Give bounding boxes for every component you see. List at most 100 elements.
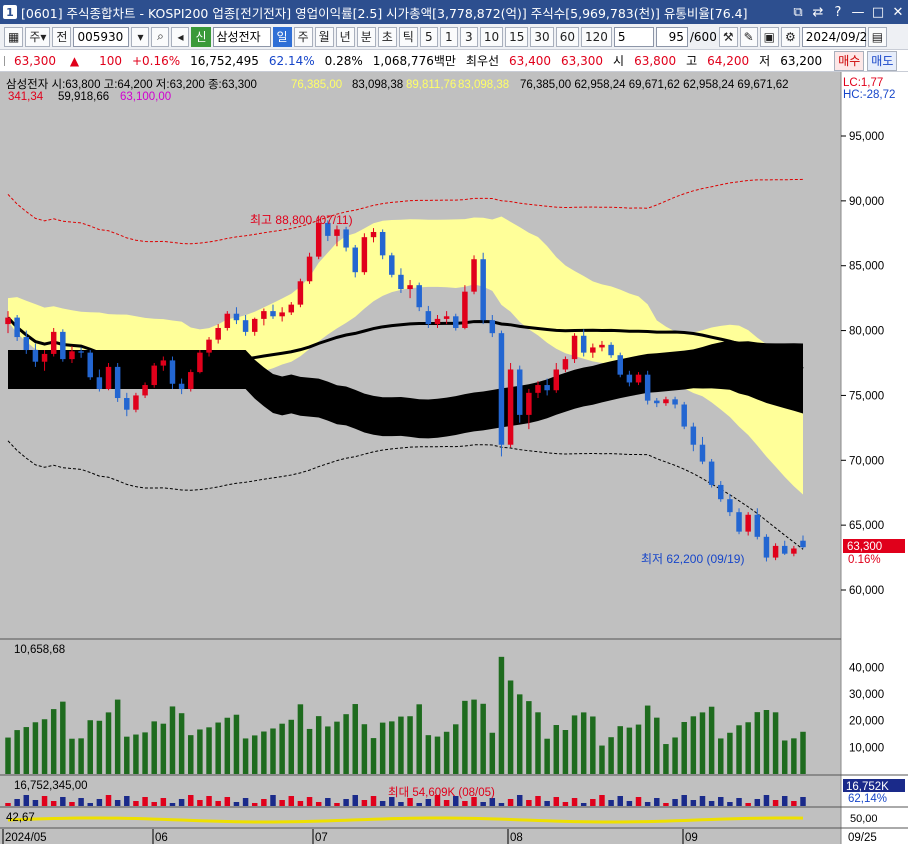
bb-legend-2: 83,098,38 — [352, 79, 403, 91]
volume-bar — [736, 725, 742, 774]
sub-bar — [599, 795, 605, 806]
bb-legend: 76,385,00 — [291, 79, 342, 91]
minute-combo[interactable]: 5 — [613, 26, 654, 47]
volume-bar — [87, 720, 93, 774]
volume-bar — [791, 738, 797, 774]
sound-icon[interactable]: ◂ — [171, 26, 190, 47]
tab-minute[interactable]: 분 — [356, 26, 376, 47]
maximize-icon[interactable]: □ — [868, 3, 888, 21]
chart-svg[interactable]: 95,000 90,000 85,000 80,000 75,000 70,000 65,0… — [0, 72, 908, 844]
layout-icon[interactable]: ▦ — [4, 26, 24, 47]
sub-bar — [407, 798, 413, 806]
candle-body — [279, 312, 285, 317]
mode-select[interactable]: 전 — [52, 26, 72, 47]
sub-bar — [663, 803, 669, 806]
restore-icon[interactable]: ⧉ — [788, 3, 808, 21]
ichimoku-legend: 76,385,00 62,958,24 69,671,62 62,958,24 … — [520, 79, 789, 91]
tab-month[interactable]: 월 — [314, 26, 334, 47]
candle-body — [654, 400, 660, 404]
candle-body — [626, 374, 633, 383]
current-pct-tag: 0.16% — [848, 554, 881, 566]
price-tick-label: 80,000 — [849, 326, 884, 338]
volume-bar — [270, 728, 276, 774]
minute-1[interactable]: 1 — [439, 26, 458, 47]
sell-button[interactable]: 매도 — [867, 50, 898, 71]
code-input[interactable]: 005930 — [73, 26, 130, 47]
sub-bar — [270, 795, 276, 806]
sub-bar — [5, 803, 11, 806]
tab-day[interactable]: 일 — [272, 26, 292, 47]
draw-icon[interactable]: ✎ — [739, 26, 758, 47]
candle-body — [133, 395, 139, 410]
volume-bar — [5, 737, 11, 774]
sub-bar — [224, 797, 231, 806]
tab-year[interactable]: 년 — [335, 26, 355, 47]
minute-10[interactable]: 10 — [479, 26, 504, 47]
sub-bar — [443, 800, 450, 806]
minute-15[interactable]: 15 — [505, 26, 529, 47]
sub-bar — [78, 798, 84, 806]
sub-bar — [699, 796, 706, 806]
chart-tools-icon[interactable]: ⚒ — [718, 26, 738, 47]
divider — [4, 55, 10, 66]
volume-bar — [60, 701, 66, 774]
candle-body — [562, 359, 569, 370]
gear-icon[interactable]: ⚙ — [781, 26, 800, 47]
tab-second[interactable]: 초 — [377, 26, 397, 47]
amount: 1,068,776백만 — [372, 54, 456, 68]
sub-bar — [261, 799, 267, 806]
link-icon[interactable]: ⇄ — [808, 3, 828, 21]
candle-body — [69, 351, 75, 360]
candle-body — [617, 355, 623, 375]
code-dropdown-icon[interactable]: ▾ — [131, 26, 150, 47]
calendar-icon[interactable]: ▤ — [867, 26, 888, 47]
candle-body — [334, 229, 340, 236]
volume-bar — [453, 724, 459, 774]
close-icon[interactable]: ✕ — [888, 3, 908, 21]
help-icon[interactable]: ? — [828, 3, 848, 21]
bb-legend-4: 83,098,38 — [458, 79, 509, 91]
minimize-icon[interactable]: — — [848, 3, 868, 21]
save-icon[interactable]: ▣ — [759, 26, 779, 47]
volume-bar — [325, 726, 331, 774]
price-tick-label: 95,000 — [849, 131, 884, 143]
date-end-label: 09/25 — [848, 832, 877, 844]
hc-label: HC:-28,72 — [843, 89, 895, 101]
ma-legend: 341,34 — [8, 91, 44, 103]
minute-30[interactable]: 30 — [530, 26, 554, 47]
sub-bar — [535, 796, 541, 806]
search-icon[interactable]: ⌕ — [151, 26, 170, 47]
volume-bar — [599, 745, 605, 774]
volume-bar — [14, 730, 20, 774]
volume-bar — [379, 722, 386, 774]
tab-tick[interactable]: 틱 — [398, 26, 418, 47]
sub-tag: 16,752K — [846, 781, 889, 793]
count-input[interactable]: 95 — [655, 26, 688, 47]
sub-bar — [14, 799, 20, 806]
minute-120[interactable]: 120 — [580, 26, 612, 47]
buy-button[interactable]: 매수 — [834, 50, 865, 71]
minute-3[interactable]: 3 — [459, 26, 478, 47]
volume-bar — [178, 713, 185, 774]
volume-bar — [443, 731, 450, 774]
stock-name[interactable]: 삼성전자 — [212, 26, 271, 47]
date-input[interactable]: 2024/09/25 — [801, 26, 875, 47]
sub-bar — [754, 799, 761, 806]
candle-body — [791, 548, 797, 554]
minute-60[interactable]: 60 — [555, 26, 579, 47]
tab-week[interactable]: 주 — [293, 26, 313, 47]
candle-body — [745, 514, 751, 532]
period-select[interactable]: 주 ▾ — [25, 26, 51, 47]
volume-tick-label: 30,000 — [849, 689, 884, 701]
minute-5[interactable]: 5 — [419, 26, 438, 47]
candle-body — [553, 369, 560, 391]
volume-bar — [644, 705, 651, 774]
candle-body — [352, 247, 358, 273]
volume-bar — [343, 714, 349, 774]
sub-bar — [151, 802, 157, 806]
price-tick-label: 90,000 — [849, 196, 884, 208]
chart-area[interactable]: 95,000 90,000 85,000 80,000 75,000 70,000 65,0… — [0, 72, 908, 844]
volume-bar — [654, 717, 660, 774]
price-tick-label: 75,000 — [849, 390, 884, 402]
change-pct: +0.16% — [131, 53, 181, 68]
